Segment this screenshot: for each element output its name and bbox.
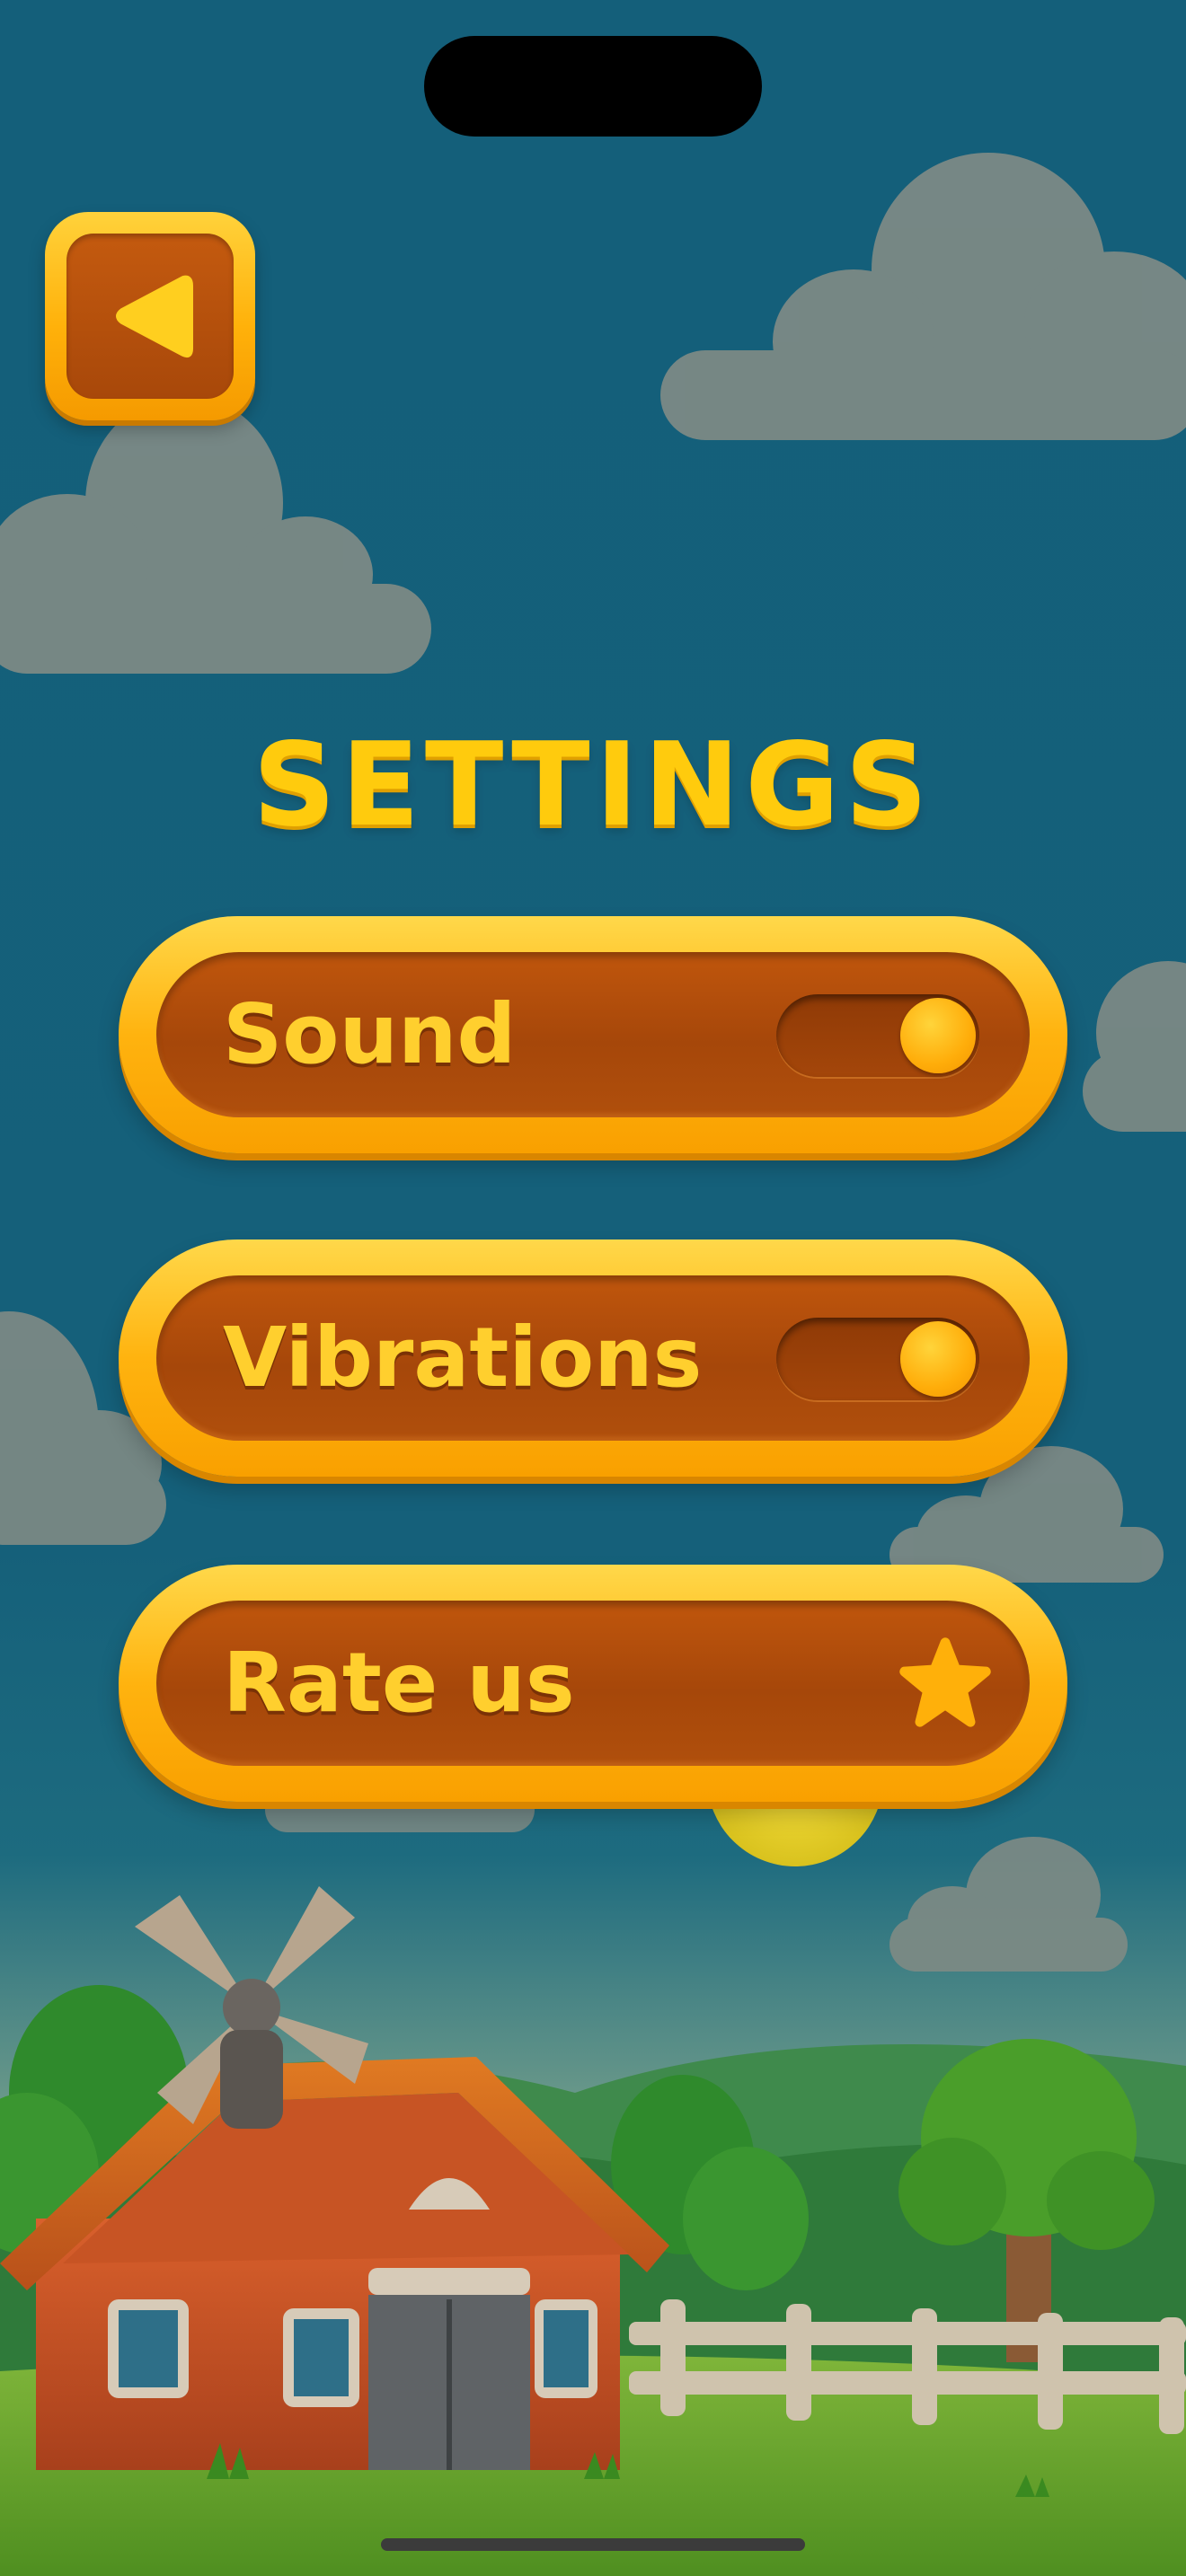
sound-setting-row[interactable]: Sound: [119, 916, 1067, 1153]
rate-us-label: Rate us: [223, 1635, 575, 1731]
dynamic-island: [424, 36, 762, 137]
back-arrow-icon: [116, 275, 193, 358]
toggle-knob: [900, 1321, 976, 1397]
cloud: [660, 153, 1186, 440]
vibrations-toggle[interactable]: [776, 1318, 979, 1400]
vibrations-setting-row[interactable]: Vibrations: [119, 1239, 1067, 1477]
toggle-knob: [900, 998, 976, 1073]
vibrations-label: Vibrations: [223, 1310, 703, 1406]
cloud: [1083, 961, 1186, 1132]
sound-label: Sound: [223, 986, 517, 1082]
cloud: [890, 1837, 1128, 1972]
rate-us-button[interactable]: Rate us: [119, 1565, 1067, 1802]
page-title: SETTINGS: [252, 719, 934, 852]
sound-toggle[interactable]: [776, 994, 979, 1077]
star-icon: [899, 1637, 991, 1727]
settings-screen: SETTINGS Sound Vibrations Rate us: [0, 0, 1186, 2576]
home-indicator[interactable]: [381, 2538, 805, 2551]
back-button[interactable]: [45, 212, 255, 420]
cloud: [0, 395, 431, 674]
